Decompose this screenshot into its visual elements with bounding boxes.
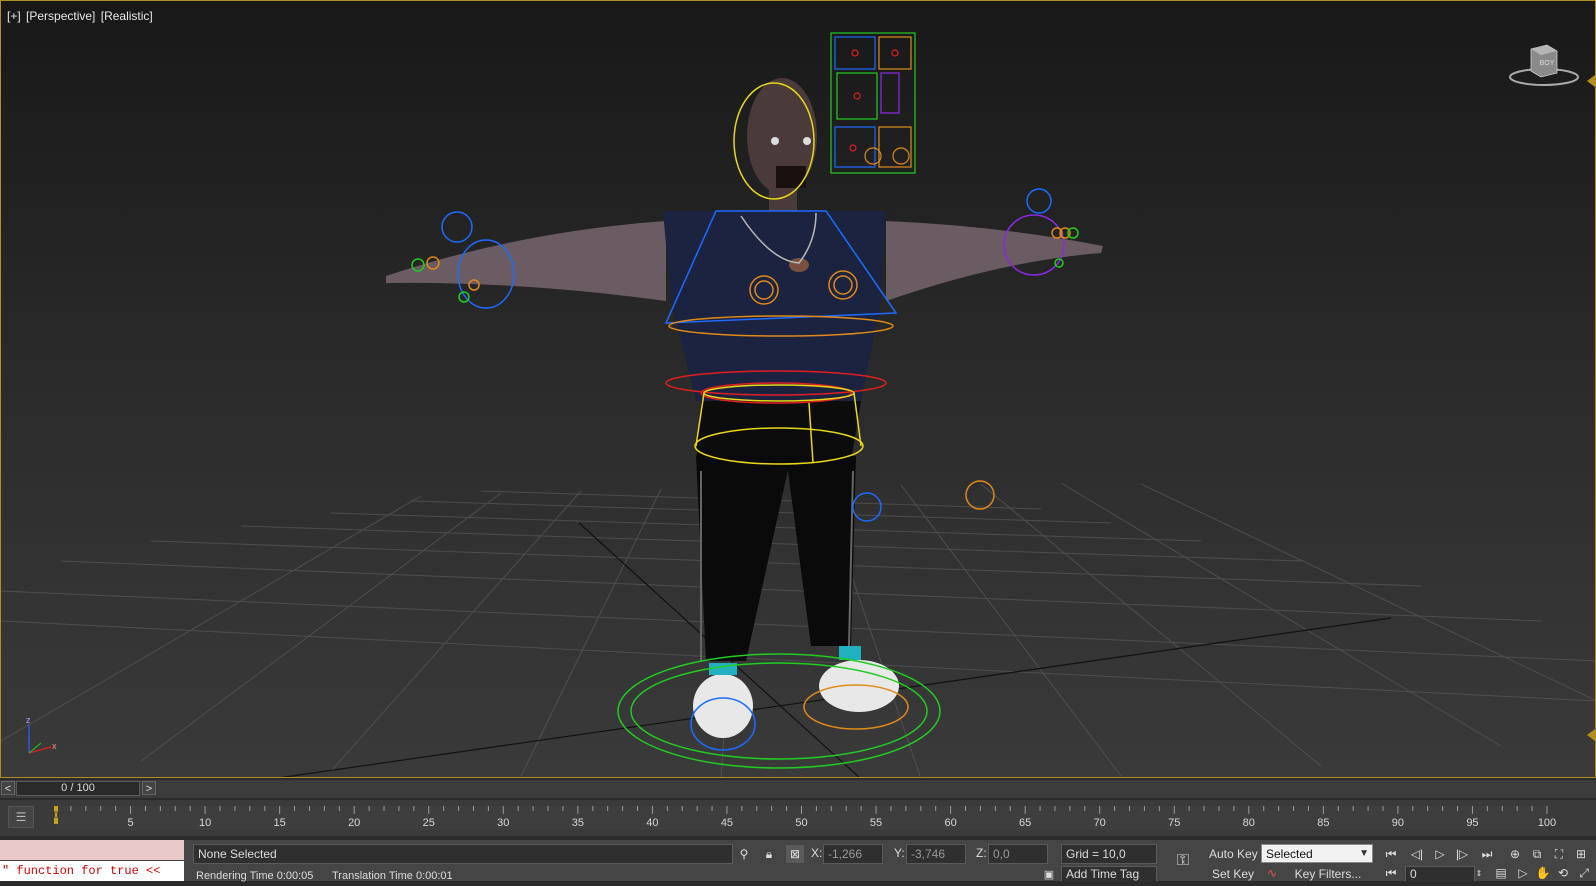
viewport-shading-label[interactable]: [Realistic]	[101, 9, 153, 23]
track-tick-label: 15	[274, 817, 286, 829]
viewcube-icon[interactable]: BOY	[1509, 41, 1579, 91]
time-tag-icon[interactable]: ▣	[1040, 866, 1058, 884]
axis-x-label: x	[52, 741, 57, 751]
key-mode-icon[interactable]: ⚿	[1170, 852, 1196, 870]
y-coordinate-field[interactable]: -3,746	[906, 844, 966, 864]
track-tick-label: 100	[1538, 817, 1556, 829]
track-tick-label: 20	[348, 817, 360, 829]
track-tick-label: 60	[944, 817, 956, 829]
selection-set-value: Selected	[1266, 847, 1313, 861]
grid-size-display: Grid = 10,0	[1061, 844, 1157, 864]
track-bar[interactable]: ☰ 5 10 15 20 25 30 35 40 45 50 55 60 65 70 75 80 85 90 95 1…	[0, 800, 1596, 836]
track-tick-label: 70	[1094, 817, 1106, 829]
z-coordinate-label: Z:	[976, 846, 987, 860]
go-to-start-icon[interactable]: ⏮	[1382, 845, 1400, 863]
translation-time: Translation Time 0:00:01	[332, 870, 453, 882]
track-tick-label: 80	[1243, 817, 1255, 829]
viewcube-face-label: BOY	[1540, 60, 1555, 67]
isolate-selection-icon[interactable]: ⚲	[735, 845, 753, 863]
character-body	[386, 78, 1103, 738]
zoom-extents-icon[interactable]: ⛶	[1550, 845, 1568, 863]
chevron-down-icon: ▼	[1359, 848, 1369, 859]
track-tick-label: 25	[423, 817, 435, 829]
y-coordinate-label: Y:	[894, 846, 905, 860]
track-tick-label: 95	[1466, 817, 1478, 829]
current-frame-label: 0	[53, 810, 58, 820]
track-tick-label: 10	[199, 817, 211, 829]
auto-key-button[interactable]: Auto Key	[1208, 844, 1258, 864]
selection-status: None Selected	[193, 844, 733, 864]
track-tick-label: 40	[646, 817, 658, 829]
go-to-end-icon[interactable]: ⏭	[1478, 845, 1496, 863]
next-frame-icon[interactable]: |▷	[1453, 845, 1471, 863]
time-slider-thumb[interactable]: 0 / 100	[16, 781, 140, 796]
selection-set-dropdown[interactable]: Selected ▼	[1261, 844, 1373, 863]
zoom-all-icon[interactable]: ⧉	[1528, 845, 1546, 863]
selection-lock-icon[interactable]: 🔒︎	[760, 845, 778, 863]
rendering-time: Rendering Time 0:00:05	[196, 870, 314, 882]
track-tick-label: 85	[1317, 817, 1329, 829]
track-tick-label: 75	[1168, 817, 1180, 829]
viewport-edge-marker-bottom	[1587, 729, 1595, 741]
viewport-edge-marker-top	[1587, 75, 1595, 87]
viewport-menu-plus[interactable]: [+]	[7, 9, 21, 23]
add-time-tag-button[interactable]: Add Time Tag	[1061, 866, 1157, 881]
track-tick-label: 30	[497, 817, 509, 829]
maximize-viewport-icon[interactable]: ⤢	[1576, 866, 1592, 881]
pan-view-icon[interactable]: ✋	[1534, 866, 1552, 881]
time-slider-prev-button[interactable]: <	[1, 781, 15, 795]
track-tick-label: 5	[127, 817, 133, 829]
zoom-extents-all-icon[interactable]: ⊞	[1572, 845, 1590, 863]
scene-canvas: z x	[1, 32, 1595, 777]
absolute-mode-transform-icon[interactable]: ⊠	[786, 845, 804, 863]
maxscript-input[interactable]	[0, 840, 184, 860]
perspective-viewport[interactable]: z x [+] [Perspective] [Realistic] BOY	[0, 0, 1596, 778]
previous-frame-icon[interactable]: ◁|	[1408, 845, 1426, 863]
maxscript-listener[interactable]: " function for true <<	[0, 840, 184, 881]
frame-spinner-icon[interactable]: ⇕	[1474, 866, 1484, 881]
play-icon[interactable]: ▷	[1431, 845, 1449, 863]
x-coordinate-field[interactable]: -1,266	[823, 844, 883, 864]
time-slider-next-button[interactable]: >	[142, 781, 156, 795]
z-coordinate-field[interactable]: 0,0	[988, 844, 1048, 864]
track-tick-label: 50	[795, 817, 807, 829]
track-tick-label: 55	[870, 817, 882, 829]
track-tick-label: 45	[721, 817, 733, 829]
axis-z-label: z	[26, 715, 31, 725]
set-key-button[interactable]: Set Key	[1208, 866, 1258, 881]
zoom-icon[interactable]: ⊕	[1506, 845, 1524, 863]
key-filters-button[interactable]: Key Filters...	[1283, 866, 1373, 881]
viewport-label[interactable]: [+] [Perspective] [Realistic]	[7, 9, 155, 23]
facial-control-board	[830, 32, 916, 174]
curve-editor-icon[interactable]: ∿	[1263, 866, 1281, 881]
maxscript-output[interactable]: " function for true <<	[0, 861, 184, 881]
viewport-pov-label[interactable]: [Perspective]	[26, 9, 95, 23]
field-of-view-icon[interactable]: ▷	[1514, 866, 1532, 881]
time-slider[interactable]: < 0 / 100 >	[0, 780, 1596, 798]
x-coordinate-label: X:	[811, 846, 823, 860]
track-tick-label: 65	[1019, 817, 1031, 829]
orbit-icon[interactable]: ⟲	[1554, 866, 1572, 881]
track-tick-label: 35	[572, 817, 584, 829]
time-configuration-icon[interactable]: ▤	[1492, 866, 1510, 881]
track-tick-label: 90	[1392, 817, 1404, 829]
key-mode-toggle-icon[interactable]: ⏮	[1382, 866, 1400, 881]
axis-tripod-icon: z x	[26, 715, 57, 754]
track-bar-ruler[interactable]: 5 10 15 20 25 30 35 40 45 50 55 60 65 70 75 80 85 90 95 100…	[0, 800, 1596, 836]
current-frame-field[interactable]: 0	[1405, 866, 1475, 881]
